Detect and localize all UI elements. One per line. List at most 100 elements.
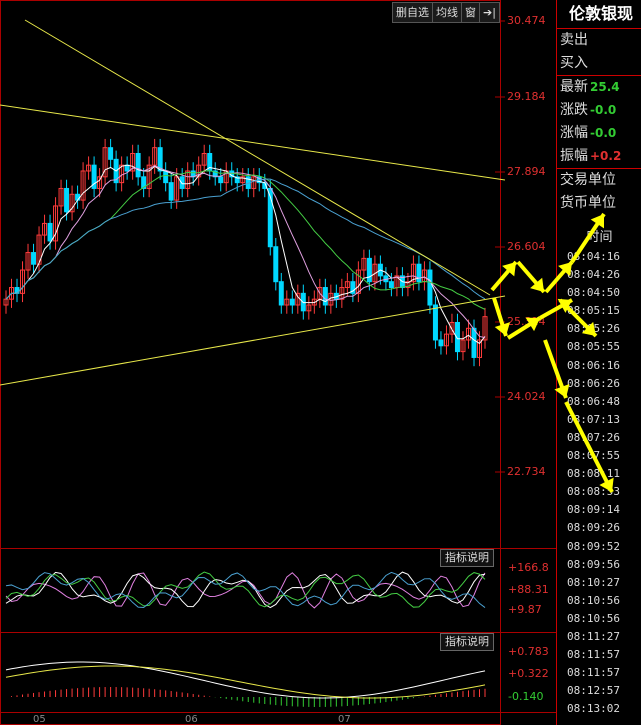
candle-body xyxy=(135,153,141,178)
quote-label: 货币单位 xyxy=(560,195,616,211)
time-item: 08:09:14 xyxy=(567,503,620,517)
time-item: 08:12:57 xyxy=(567,684,620,698)
indicator1-tick: +9.87 xyxy=(508,603,542,616)
time-item: 08:10:56 xyxy=(567,611,620,625)
quote-row-change: 涨跌 -0.0 xyxy=(557,99,641,122)
indicator1-tick: +88.31 xyxy=(508,583,549,596)
x-axis-label: 06 xyxy=(185,714,198,725)
quote-row-sell: 卖出 xyxy=(557,28,641,52)
candle-body xyxy=(432,304,438,341)
chart-frame xyxy=(0,0,501,725)
candle-body xyxy=(218,176,224,184)
candle-body xyxy=(278,281,284,306)
candle-body xyxy=(388,281,394,289)
quote-row-buy: 买入 xyxy=(557,52,641,75)
time-item: 08:11:57 xyxy=(567,648,620,662)
time-item: 08:09:26 xyxy=(567,521,620,535)
quote-value: -0.0 xyxy=(590,103,617,117)
price-tick: 24.024 xyxy=(507,390,546,403)
candle-body xyxy=(322,287,328,306)
candle-body xyxy=(289,298,295,306)
cci-line xyxy=(5,572,486,609)
time-item: 08:13:02 xyxy=(567,702,620,716)
candle-body xyxy=(416,263,422,283)
quote-value: +0.2 xyxy=(590,149,622,163)
time-item: 08:08:11 xyxy=(567,467,620,481)
candle-body xyxy=(64,187,70,213)
trendline xyxy=(0,104,506,181)
indicator2-help-button[interactable]: 指标说明 xyxy=(440,633,494,651)
price-tick: 22.734 xyxy=(507,465,546,478)
kline-chart[interactable]: 删自选 均线 窗 ➔| 30.474 29.184 27.894 26.604 … xyxy=(0,0,556,725)
time-item: 08:04:50 xyxy=(567,286,620,300)
trendline xyxy=(0,295,506,386)
price-tick: 26.604 xyxy=(507,240,546,253)
price-tick: 25.314 xyxy=(507,315,546,328)
chart-toolbar: 删自选 均线 窗 ➔| xyxy=(392,2,500,23)
moving-average-button[interactable]: 均线 xyxy=(432,2,462,23)
x-axis-label: 05 xyxy=(33,714,46,725)
quote-label: 买入 xyxy=(560,55,588,71)
candle-body xyxy=(75,193,81,201)
window-button[interactable]: 窗 xyxy=(461,2,480,23)
quote-row-pct: 涨幅 -0.0 xyxy=(557,122,641,145)
tick-time-list[interactable]: 时间 08:04:16 08:04:26 08:04:50 08:05:15 08:05… xyxy=(557,228,641,718)
time-item: 08:06:26 xyxy=(567,376,620,390)
quote-row-currency: 货币单位 xyxy=(557,192,641,215)
candle-body xyxy=(179,176,185,189)
candle-body xyxy=(427,269,433,306)
time-item: 08:07:13 xyxy=(567,412,620,426)
quote-value: 25.4 xyxy=(590,80,620,94)
indicator1-help-button[interactable]: 指标说明 xyxy=(440,549,494,567)
time-item: 08:05:55 xyxy=(567,340,620,354)
candle-body xyxy=(168,182,174,201)
candle-body xyxy=(366,257,372,283)
time-item: 08:07:26 xyxy=(567,430,620,444)
time-item: 08:11:27 xyxy=(567,629,620,643)
price-tick: 27.894 xyxy=(507,165,546,178)
time-item: 08:06:48 xyxy=(567,394,620,408)
candle-body xyxy=(124,164,130,172)
candle-body xyxy=(471,327,477,358)
indicator2-tick: +0.783 xyxy=(508,645,549,658)
time-item: 08:10:27 xyxy=(567,575,620,589)
indicator1-tick: +166.8 xyxy=(508,561,549,574)
ind1-line xyxy=(5,571,486,608)
time-item: 08:07:55 xyxy=(567,449,620,463)
candle-body xyxy=(47,222,53,242)
quote-label: 卖出 xyxy=(560,32,588,48)
quote-row-trade-unit: 交易单位 xyxy=(557,168,641,192)
price-tick: 30.474 xyxy=(507,14,546,27)
time-item: 08:05:26 xyxy=(567,322,620,336)
quote-row-amplitude: 振幅 +0.2 xyxy=(557,145,641,168)
trendline xyxy=(24,19,491,296)
ind1-line xyxy=(5,571,486,608)
time-header: 时间 xyxy=(586,230,613,245)
remove-watchlist-button[interactable]: 删自选 xyxy=(392,2,433,23)
candle-body xyxy=(31,252,37,265)
quote-label: 涨跌 xyxy=(560,102,588,118)
time-item: 08:09:52 xyxy=(567,539,620,553)
chart-canvas[interactable] xyxy=(0,0,556,725)
time-item: 08:06:16 xyxy=(567,358,620,372)
candle-body xyxy=(438,339,444,347)
time-item: 08:04:16 xyxy=(567,250,620,263)
quote-label: 涨幅 xyxy=(560,125,588,141)
indicator2-tick: +0.322 xyxy=(508,667,549,680)
x-axis-label: 07 xyxy=(338,714,351,725)
time-item: 08:04:26 xyxy=(567,268,620,282)
candle-body xyxy=(108,147,114,160)
candle-body xyxy=(273,246,279,283)
collapse-panel-icon[interactable]: ➔| xyxy=(479,2,500,23)
ind1-line xyxy=(5,571,486,609)
time-item: 08:09:56 xyxy=(567,557,620,571)
time-item: 08:10:56 xyxy=(567,593,620,607)
price-tick: 29.184 xyxy=(507,90,546,103)
candle-body xyxy=(163,170,169,184)
quote-panel: 伦敦银现 卖出 买入 最新 25.4 涨跌 -0.0 涨幅 -0.0 振幅 +0.2 交… xyxy=(556,0,641,725)
indicator2-tick: -0.140 xyxy=(508,690,544,703)
quote-label: 振幅 xyxy=(560,148,588,164)
quote-label: 交易单位 xyxy=(560,172,616,188)
time-item: 08:05:15 xyxy=(567,304,620,318)
time-item: 08:11:57 xyxy=(567,666,620,680)
